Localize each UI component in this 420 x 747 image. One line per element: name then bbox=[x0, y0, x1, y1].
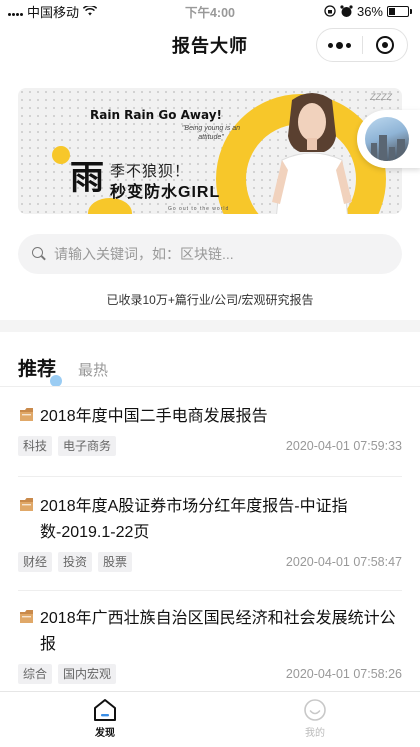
report-title: 2018年度A股证券市场分红年度报告-中证指数-2019.1-22页 bbox=[40, 498, 348, 541]
floating-entry-button[interactable] bbox=[357, 110, 420, 168]
signal-icon bbox=[8, 6, 23, 16]
document-icon bbox=[20, 610, 33, 623]
list-divider bbox=[18, 590, 402, 591]
search-icon bbox=[32, 247, 46, 261]
banner-line-2: 秒变防水GIRL bbox=[110, 184, 221, 201]
banner-quote: "Being young is an attitude" bbox=[181, 125, 241, 141]
page-title: 报告大师 bbox=[172, 36, 248, 56]
lock-rotation-icon bbox=[324, 5, 336, 17]
section-gap bbox=[0, 320, 420, 332]
document-icon bbox=[20, 498, 33, 511]
more-icon[interactable] bbox=[317, 41, 362, 49]
tabbar-discover[interactable]: 发现 bbox=[0, 692, 210, 747]
alarm-icon bbox=[340, 4, 353, 17]
report-item[interactable]: 2018年度中国二手电商发展报告 科技 电子商务 2020-04-01 07:5… bbox=[18, 404, 402, 456]
status-time: 下午4:00 bbox=[184, 5, 236, 20]
report-tag[interactable]: 电子商务 bbox=[58, 436, 117, 456]
report-tag[interactable]: 科技 bbox=[18, 436, 53, 456]
app-screen: 中国移动 下午4:00 36% 报告大师 Rain Rain Go Away! … bbox=[0, 0, 420, 747]
report-title: 2018年广西壮族自治区国民经济和社会发展统计公报 bbox=[40, 610, 396, 653]
tabbar-discover-label: 发现 bbox=[95, 728, 115, 739]
promo-banner[interactable]: Rain Rain Go Away! "Being young is an at… bbox=[18, 88, 402, 214]
report-tag[interactable]: 投资 bbox=[58, 552, 93, 572]
banner-yellow-dot bbox=[52, 146, 70, 164]
mini-program-capsule bbox=[316, 28, 408, 62]
report-tag[interactable]: 财经 bbox=[18, 552, 53, 572]
banner-small-line: Go out to the world bbox=[168, 206, 230, 212]
bottom-tab-bar: 发现 我的 bbox=[0, 691, 420, 747]
collection-stat: 已收录10万+篇行业/公司/宏观研究报告 bbox=[106, 293, 314, 307]
mine-icon bbox=[304, 699, 326, 721]
list-divider bbox=[18, 476, 402, 477]
document-icon bbox=[20, 408, 33, 421]
banner-model-illustration bbox=[272, 93, 352, 214]
search-bar[interactable] bbox=[18, 234, 402, 274]
tabbar-mine-label: 我的 bbox=[305, 728, 325, 739]
battery-percent: 36% bbox=[356, 3, 383, 19]
report-tag[interactable]: 国内宏观 bbox=[58, 664, 117, 684]
report-time: 2020-04-01 07:59:33 bbox=[285, 439, 402, 453]
search-input[interactable] bbox=[54, 246, 374, 262]
tab-hottest[interactable]: 最热 bbox=[78, 359, 108, 381]
feed-tabs: 推荐 最热 bbox=[18, 354, 108, 387]
banner-big-char: 雨 bbox=[70, 159, 104, 197]
report-title: 2018年度中国二手电商发展报告 bbox=[40, 408, 268, 425]
banner-corner-tag: ZZZZ bbox=[370, 92, 392, 102]
report-item[interactable]: 2018年广西壮族自治区国民经济和社会发展统计公报 综合 国内宏观 2020-0… bbox=[18, 606, 402, 684]
tabbar-mine[interactable]: 我的 bbox=[210, 692, 420, 747]
nav-bar: 报告大师 bbox=[0, 22, 420, 68]
report-time: 2020-04-01 07:58:47 bbox=[285, 555, 402, 569]
report-tag[interactable]: 股票 bbox=[98, 552, 133, 572]
battery-icon bbox=[387, 5, 412, 17]
tab-recommend[interactable]: 推荐 bbox=[18, 354, 63, 387]
discover-icon bbox=[94, 699, 116, 721]
wifi-icon bbox=[83, 6, 98, 16]
status-bar: 中国移动 下午4:00 36% bbox=[0, 0, 420, 22]
floating-avatar-image bbox=[365, 117, 409, 161]
tabs-divider bbox=[0, 386, 420, 387]
banner-headline: Rain Rain Go Away! bbox=[90, 108, 223, 122]
close-mini-program-icon[interactable] bbox=[363, 36, 408, 54]
carrier-label: 中国移动 bbox=[27, 4, 80, 20]
report-item[interactable]: 2018年度A股证券市场分红年度报告-中证指数-2019.1-22页 财经 投资… bbox=[18, 494, 402, 572]
report-time: 2020-04-01 07:58:26 bbox=[285, 667, 402, 681]
report-tag[interactable]: 综合 bbox=[18, 664, 53, 684]
